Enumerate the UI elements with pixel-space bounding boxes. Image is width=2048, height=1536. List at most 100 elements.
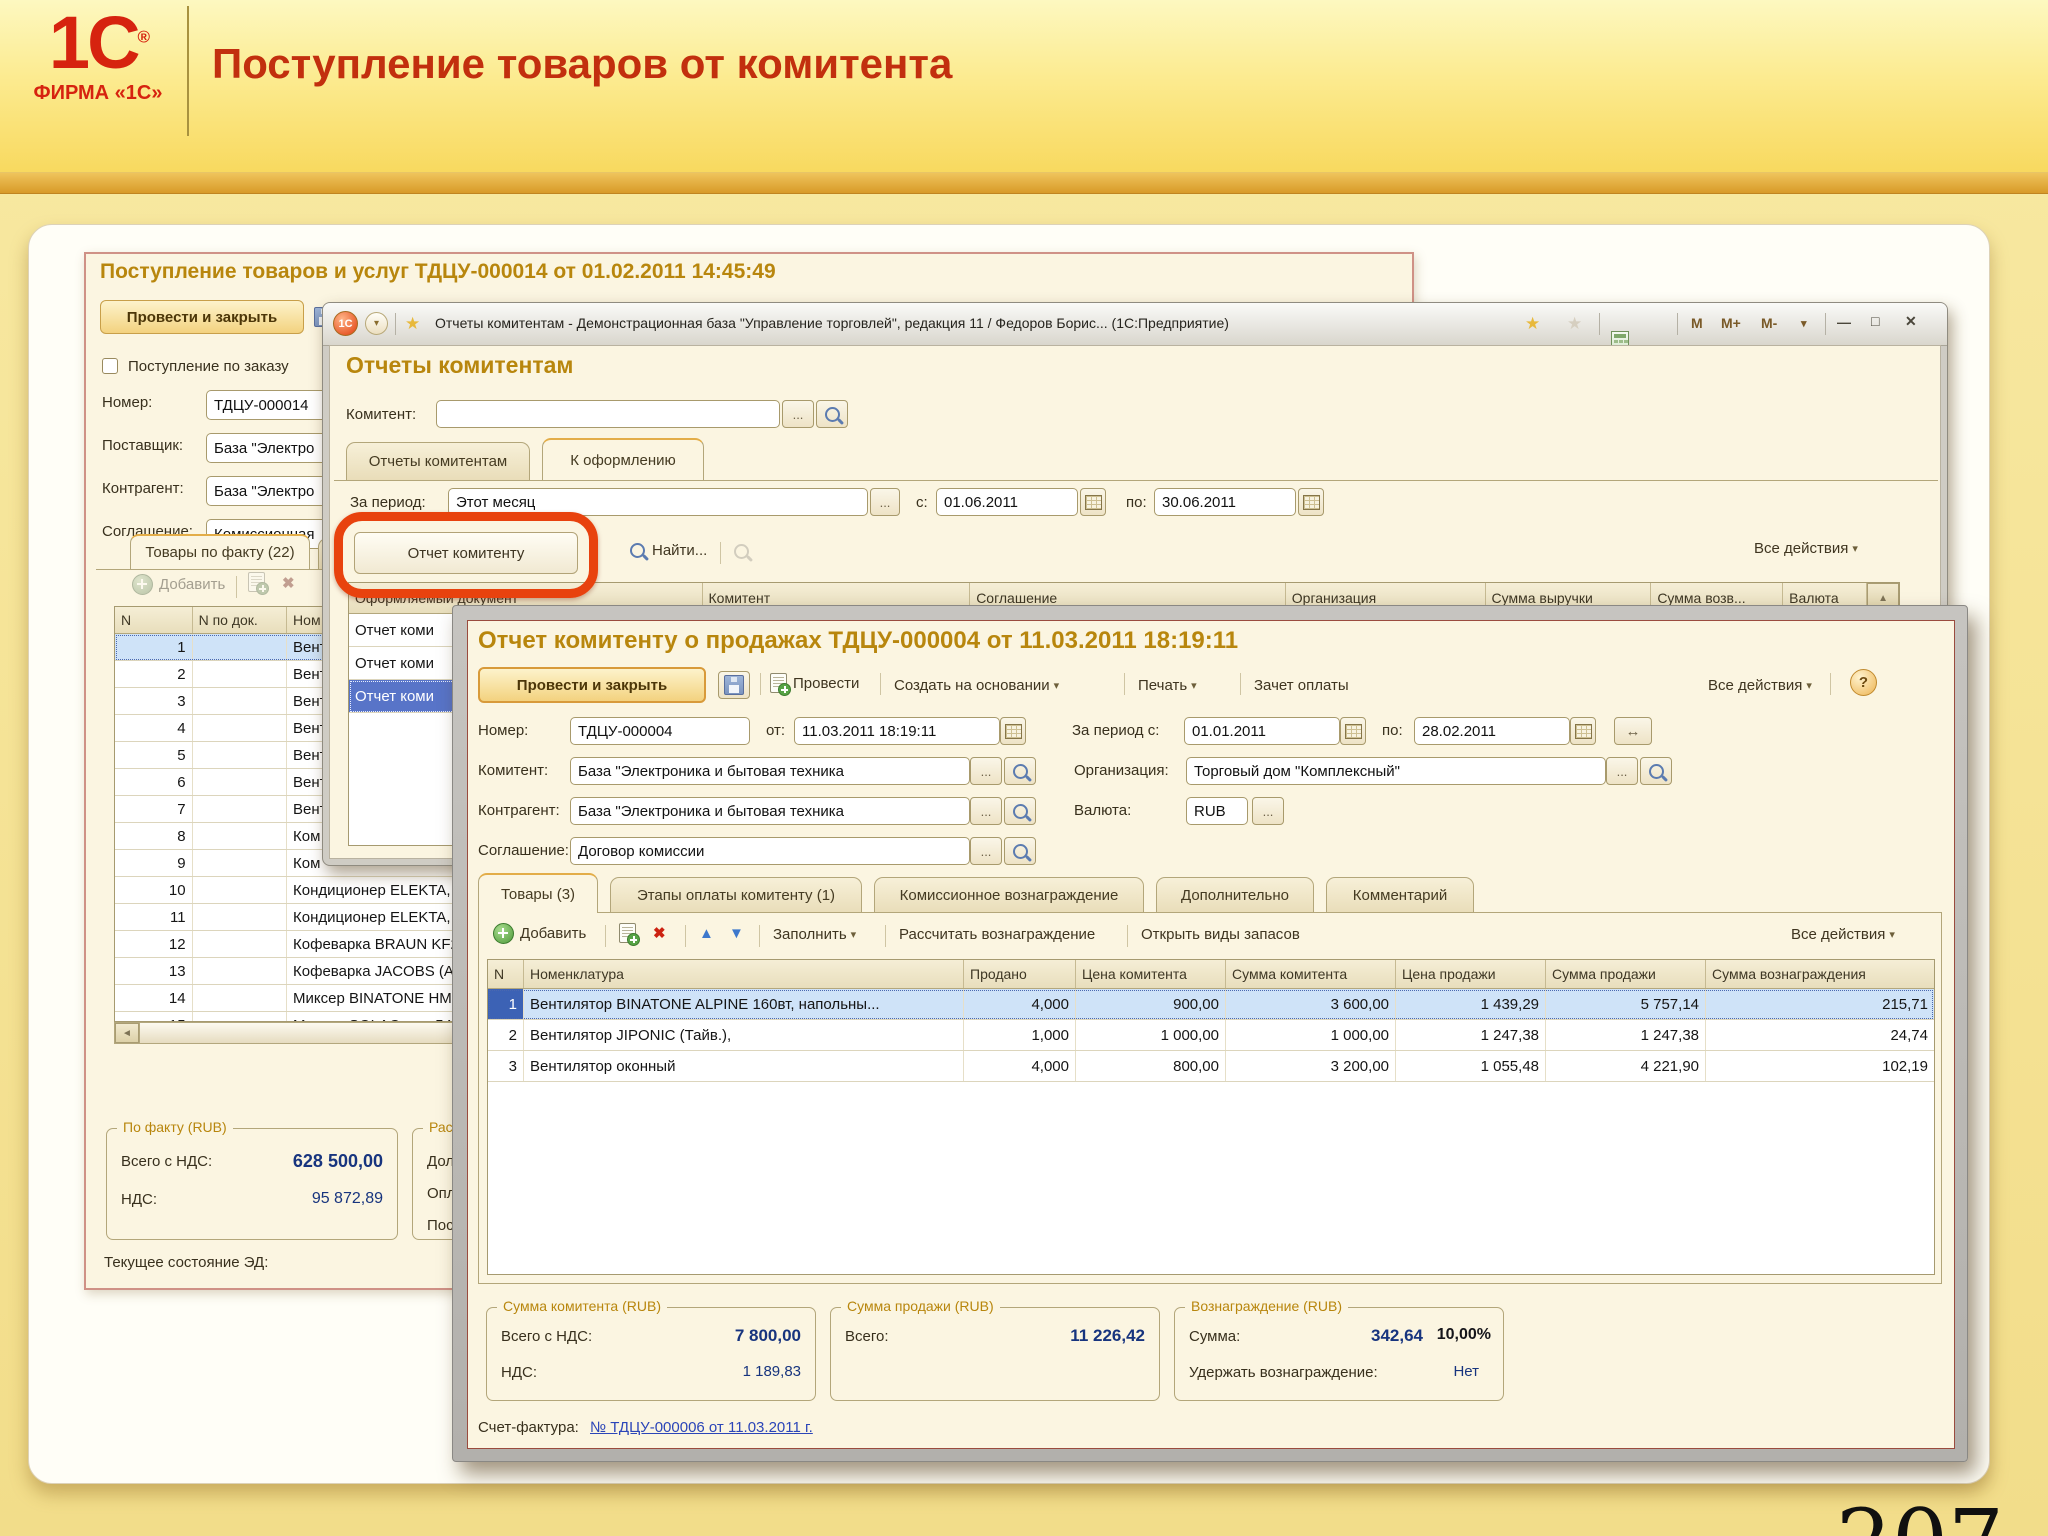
table-row[interactable]: 12 Кофеварка BRAUN KF2 — [115, 931, 456, 958]
create-based-on-button[interactable]: Создать на основании ▾ — [894, 677, 1059, 694]
tab-goods[interactable]: Товары (3) — [478, 873, 598, 913]
period-to-field[interactable]: 28.02.2011 — [1414, 717, 1570, 745]
find-button[interactable]: Найти... — [630, 542, 707, 559]
column-header[interactable]: Цена продажи — [1396, 960, 1546, 988]
column-header[interactable]: Сумма продажи — [1546, 960, 1706, 988]
tab-comment[interactable]: Комментарий — [1326, 877, 1474, 913]
table-row[interactable]: 11 Кондиционер ELEKTA, — [115, 904, 456, 931]
komitent-select-button[interactable]: ... — [782, 400, 814, 428]
currency-select-button[interactable]: ... — [1252, 797, 1284, 825]
tab-komitent-reports[interactable]: Отчеты комитентам — [346, 442, 530, 480]
add-row-button[interactable]: Добавить — [493, 923, 586, 944]
table-row[interactable]: 15Миксер SOLAC мод.545 — [115, 1012, 456, 1021]
table-row[interactable]: 14 Миксер BINATONE HM — [115, 985, 456, 1012]
clear-search-icon[interactable] — [734, 544, 749, 564]
agreement-select-button[interactable]: ... — [970, 837, 1002, 865]
date-from-field[interactable]: 01.06.2011 — [936, 488, 1078, 516]
table-row-selected[interactable]: 1 Вентилятор BINATONE ALPINE 160вт, напо… — [488, 989, 1934, 1020]
invoice-link[interactable]: № ТДЦУ-000006 от 11.03.2011 г. — [590, 1419, 813, 1436]
horizontal-scrollbar[interactable]: ◄ — [114, 1022, 457, 1044]
column-header[interactable]: N по док. — [193, 607, 288, 633]
scrollbar-thumb[interactable] — [139, 1023, 456, 1043]
column-header[interactable]: Продано — [964, 960, 1076, 988]
titlebar[interactable]: 1С ▾ ★ Отчеты комитентам - Демонстрацион… — [323, 303, 1947, 367]
column-header[interactable]: Номенклатура — [524, 960, 964, 988]
komitent-search-button[interactable] — [1004, 757, 1036, 785]
all-actions-button[interactable]: Все действия ▾ — [1791, 926, 1895, 943]
komitent-select-button[interactable]: ... — [970, 757, 1002, 785]
swap-period-button[interactable]: ↔ — [1614, 717, 1652, 745]
date-field[interactable]: 11.03.2011 18:19:11 — [794, 717, 1000, 745]
organization-field[interactable]: Торговый дом "Комплексный" — [1186, 757, 1606, 785]
withhold-fee-value[interactable]: Нет — [1453, 1363, 1479, 1380]
table-row[interactable]: 13 Кофеварка JACOBS (Ав — [115, 958, 456, 985]
scroll-left-icon[interactable]: ◄ — [115, 1023, 139, 1043]
save-button[interactable] — [718, 671, 750, 699]
table-row[interactable]: 3 Вентилятор оконный 4,000 800,00 3 200,… — [488, 1051, 1934, 1082]
komitent-filter-field[interactable] — [436, 400, 780, 428]
payment-offset-button[interactable]: Зачет оплаты — [1254, 677, 1349, 694]
counterparty-select-button[interactable]: ... — [970, 797, 1002, 825]
period-from-picker-icon[interactable] — [1340, 717, 1366, 745]
help-icon[interactable]: ? — [1850, 669, 1877, 696]
open-stock-types-button[interactable]: Открыть виды запасов — [1141, 926, 1300, 943]
add-row-button[interactable]: Добавить — [132, 574, 225, 595]
tab-commission-fee[interactable]: Комиссионное вознаграждение — [874, 877, 1144, 913]
period-from-field[interactable]: 01.01.2011 — [1184, 717, 1340, 745]
tab-additional[interactable]: Дополнительно — [1156, 877, 1314, 913]
add-favorite-icon[interactable]: ★ — [1525, 315, 2048, 332]
period-to-picker-icon[interactable] — [1570, 717, 1596, 745]
memory-button[interactable]: M — [1691, 315, 1703, 331]
date-picker-icon[interactable] — [1000, 717, 1026, 745]
move-down-icon[interactable]: ▼ — [729, 926, 744, 941]
order-receipt-checkbox[interactable] — [102, 358, 118, 374]
favorites-star-icon[interactable]: ★ — [405, 315, 420, 332]
column-header[interactable]: N — [115, 607, 193, 633]
date-to-picker-icon[interactable] — [1298, 488, 1324, 516]
tab-goods-by-fact[interactable]: Товары по факту (22) — [130, 534, 310, 569]
maximize-icon[interactable]: □ — [1871, 313, 1879, 329]
copy-row-icon[interactable] — [619, 923, 640, 948]
column-header[interactable]: Сумма комитента — [1226, 960, 1396, 988]
counterparty-search-button[interactable] — [1004, 797, 1036, 825]
delete-row-icon[interactable]: ✖ — [282, 576, 295, 591]
minimize-icon[interactable]: — — [1837, 314, 1851, 330]
post-and-close-button[interactable]: Провести и закрыть — [478, 667, 706, 703]
column-header[interactable]: Сумма вознаграждения — [1706, 960, 1934, 988]
currency-field[interactable]: RUB — [1186, 797, 1248, 825]
memory-plus-button[interactable]: M+ — [1721, 315, 1741, 331]
tab-payment-stages[interactable]: Этапы оплаты комитенту (1) — [610, 877, 862, 913]
date-from-picker-icon[interactable] — [1080, 488, 1106, 516]
move-up-icon[interactable]: ▲ — [699, 926, 714, 941]
memory-minus-button[interactable]: M- — [1761, 315, 1777, 331]
all-actions-button[interactable]: Все действия ▾ — [1708, 677, 1812, 694]
titlebar-separator — [1825, 313, 1826, 335]
counterparty-field[interactable]: База "Электроника и бытовая техника — [570, 797, 970, 825]
calculate-fee-button[interactable]: Рассчитать вознаграждение — [899, 926, 1095, 943]
toolbar-separator — [685, 925, 686, 947]
date-to-field[interactable]: 30.06.2011 — [1154, 488, 1296, 516]
agreement-search-button[interactable] — [1004, 837, 1036, 865]
table-row[interactable]: 10 Кондиционер ELEKTA, — [115, 877, 456, 904]
copy-row-icon[interactable] — [248, 572, 269, 597]
post-button[interactable]: Провести — [770, 673, 859, 696]
post-and-close-button[interactable]: Провести и закрыть — [100, 300, 304, 334]
organization-search-button[interactable] — [1640, 757, 1672, 785]
komitent-field[interactable]: База "Электроника и бытовая техника — [570, 757, 970, 785]
close-icon[interactable]: ✕ — [1905, 313, 1917, 330]
all-actions-button[interactable]: Все действия ▾ — [1754, 540, 1858, 557]
table-row[interactable]: 2 Вентилятор JIPONIC (Тайв.), 1,000 1 00… — [488, 1020, 1934, 1051]
period-select-button[interactable]: ... — [870, 488, 900, 516]
delete-row-icon[interactable]: ✖ — [653, 926, 666, 941]
print-button[interactable]: Печать ▾ — [1138, 677, 1197, 694]
fill-button[interactable]: Заполнить ▾ — [773, 926, 856, 943]
agreement-field[interactable]: Договор комиссии — [570, 837, 970, 865]
tab-pending[interactable]: К оформлению — [542, 438, 704, 480]
main-menu-icon[interactable]: ▾ — [365, 312, 388, 335]
column-header[interactable]: N — [488, 960, 524, 988]
komitent-search-button[interactable] — [816, 400, 848, 428]
memory-dropdown-icon[interactable]: ▾ — [1801, 317, 1807, 330]
organization-select-button[interactable]: ... — [1606, 757, 1638, 785]
column-header[interactable]: Цена комитента — [1076, 960, 1226, 988]
number-field[interactable]: ТДЦУ-000004 — [570, 717, 750, 745]
